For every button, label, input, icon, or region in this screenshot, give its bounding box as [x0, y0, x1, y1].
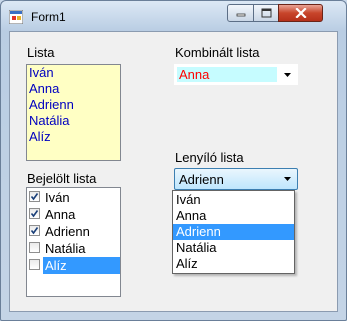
lenyilo-dropdown[interactable]: Adrienn — [174, 168, 298, 190]
checkbox[interactable] — [29, 191, 40, 202]
dropdown-option[interactable]: Anna — [173, 208, 294, 224]
list-item[interactable]: Alíz — [27, 129, 120, 145]
dropdown-option[interactable]: Natália — [173, 240, 294, 256]
chevron-down-icon[interactable] — [279, 66, 296, 83]
checkbox[interactable] — [29, 208, 40, 219]
list-item[interactable]: Anna — [27, 81, 120, 97]
checklist-item-label: Adrienn — [45, 224, 90, 239]
close-icon — [294, 8, 307, 18]
list-item[interactable]: Natália — [27, 113, 120, 129]
kombinalt-combobox[interactable]: Anna — [174, 64, 298, 85]
close-button[interactable] — [278, 4, 323, 22]
checklist-item-aliz[interactable]: Alíz — [27, 257, 120, 274]
window-title: Form1 — [31, 10, 66, 24]
maximize-button[interactable] — [253, 4, 279, 22]
list-item[interactable]: Adrienn — [27, 97, 120, 113]
dropdown-selected-value: Adrienn — [179, 172, 224, 187]
checkmark-icon — [30, 227, 39, 235]
checklist-item-label: Iván — [45, 190, 70, 205]
checkbox[interactable] — [29, 259, 40, 270]
checkmark-icon — [30, 210, 39, 218]
lenyilo-label: Lenyíló lista — [175, 150, 244, 165]
maximize-icon — [261, 8, 271, 18]
checkbox[interactable] — [29, 242, 40, 253]
lista-label: Lista — [27, 45, 55, 60]
dropdown-option[interactable]: Alíz — [173, 256, 294, 272]
minimize-icon — [236, 13, 245, 17]
lenyilo-dropdown-list: Iván Anna Adrienn Natália Alíz — [172, 190, 295, 274]
checklist-item-natalia[interactable]: Natália — [27, 240, 120, 257]
checkbox[interactable] — [29, 225, 40, 236]
kombinalt-label: Kombinált lista — [175, 45, 260, 60]
dropdown-option[interactable]: Iván — [173, 192, 294, 208]
minimize-button[interactable] — [227, 4, 254, 22]
combobox-text-input[interactable]: Anna — [177, 67, 277, 82]
dropdown-option[interactable]: Adrienn — [173, 224, 294, 240]
checklist-item-label: Alíz — [43, 257, 120, 274]
checklist-item-label: Natália — [45, 241, 86, 256]
checklist-item-ivan[interactable]: Iván — [27, 189, 120, 206]
bejelolt-checked-listbox[interactable]: Iván Anna Adrienn Natália Alíz — [26, 187, 121, 297]
lista-listbox[interactable]: Iván Anna Adrienn Natália Alíz — [26, 64, 121, 161]
checklist-item-adrienn[interactable]: Adrienn — [27, 223, 120, 240]
title-bar[interactable]: Form1 — [1, 1, 346, 31]
chevron-down-icon[interactable] — [279, 171, 295, 187]
checklist-item-label: Anna — [45, 207, 76, 222]
checklist-item-anna[interactable]: Anna — [27, 206, 120, 223]
app-icon — [8, 9, 24, 25]
checkmark-icon — [30, 193, 39, 201]
list-item[interactable]: Iván — [27, 65, 120, 81]
bejelolt-label: Bejelölt lista — [27, 171, 97, 186]
